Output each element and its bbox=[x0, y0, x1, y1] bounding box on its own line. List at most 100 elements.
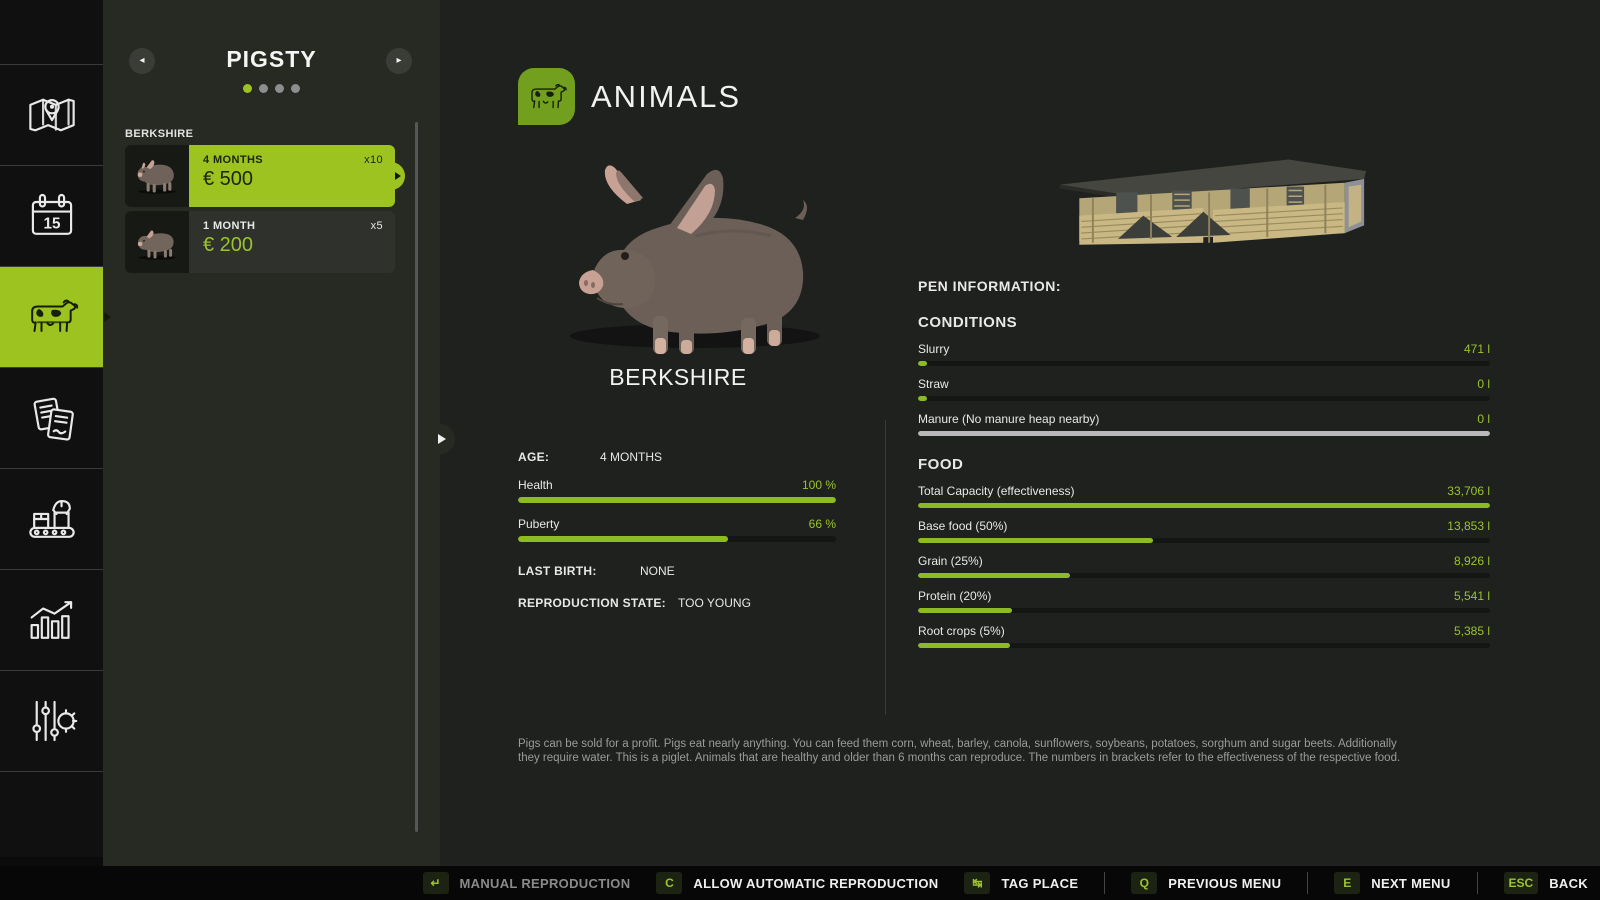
sidebar-item-statistics[interactable] bbox=[0, 569, 103, 670]
progress-track bbox=[918, 431, 1490, 436]
keybind-previous-menu[interactable]: Q PREVIOUS MENU bbox=[1104, 872, 1281, 894]
progress-fill bbox=[518, 497, 836, 503]
enter-key-icon: ↵ bbox=[423, 872, 449, 894]
cow-icon bbox=[525, 82, 569, 112]
page-title: ANIMALS bbox=[591, 79, 741, 115]
sidebar-item-settings[interactable] bbox=[0, 670, 103, 771]
sidebar-item-animals[interactable] bbox=[0, 266, 103, 367]
progress-fill bbox=[918, 608, 1012, 613]
progress-track bbox=[918, 573, 1490, 578]
animal-list-item[interactable]: 4 MONTHS x10 € 500 bbox=[125, 145, 395, 207]
calendar-icon: 15 bbox=[24, 188, 80, 244]
last-birth-label: LAST BIRTH: bbox=[518, 564, 597, 578]
page-dots bbox=[103, 84, 440, 93]
progress-fill bbox=[918, 573, 1070, 578]
condition-row: Straw 0 l bbox=[918, 377, 1490, 401]
c-key: C bbox=[656, 872, 682, 894]
animal-list-panel: ◂ PIGSTY ▸ BERKSHIRE bbox=[103, 0, 440, 866]
animal-3d-preview bbox=[545, 140, 875, 355]
progress-fill bbox=[918, 396, 927, 401]
animal-price: € 500 bbox=[203, 168, 383, 191]
sidebar-item-map[interactable] bbox=[0, 64, 103, 165]
selected-pointer-icon bbox=[104, 312, 111, 322]
food-value: 33,706 l bbox=[1447, 484, 1490, 498]
pen-3d-preview bbox=[1058, 150, 1368, 260]
condition-row: Slurry 471 l bbox=[918, 342, 1490, 366]
progress-track bbox=[918, 643, 1490, 648]
stat-value: 100 % bbox=[802, 478, 836, 492]
keybind-tag-place[interactable]: ↹ TAG PLACE bbox=[964, 872, 1078, 894]
reproduction-label: REPRODUCTION STATE: bbox=[518, 596, 666, 610]
progress-fill bbox=[918, 431, 1490, 436]
food-label: Protein (20%) bbox=[918, 589, 991, 603]
pig-thumb-icon bbox=[131, 222, 183, 262]
progress-track bbox=[918, 608, 1490, 613]
sidebar-item-calendar[interactable]: 15 bbox=[0, 165, 103, 266]
pen-info: PEN INFORMATION: CONDITIONS Slurry 471 l… bbox=[918, 150, 1490, 648]
animal-count: x10 bbox=[364, 154, 383, 166]
next-page-button[interactable]: ▸ bbox=[386, 48, 412, 74]
progress-track bbox=[918, 361, 1490, 366]
last-birth-value: NONE bbox=[640, 564, 675, 578]
condition-value: 0 l bbox=[1477, 412, 1490, 426]
progress-track bbox=[518, 497, 836, 503]
progress-fill bbox=[918, 643, 1010, 648]
conditions-title: CONDITIONS bbox=[918, 314, 1490, 331]
food-row: Root crops (5%) 5,385 l bbox=[918, 624, 1490, 648]
keybind-label: ALLOW AUTOMATIC REPRODUCTION bbox=[693, 876, 938, 891]
condition-label: Slurry bbox=[918, 342, 949, 356]
keybind-back[interactable]: ESC BACK bbox=[1477, 872, 1588, 894]
progress-track bbox=[918, 538, 1490, 543]
food-row: Total Capacity (effectiveness) 33,706 l bbox=[918, 484, 1490, 508]
food-value: 5,385 l bbox=[1454, 624, 1490, 638]
settings-icon bbox=[24, 693, 80, 749]
panel-scrollbar[interactable] bbox=[415, 122, 418, 832]
keybind-allow-automatic-reproduction[interactable]: C ALLOW AUTOMATIC REPRODUCTION bbox=[656, 872, 938, 894]
keybind-next-menu[interactable]: E NEXT MENU bbox=[1307, 872, 1450, 894]
food-row: Protein (20%) 5,541 l bbox=[918, 589, 1490, 613]
sidebar-top-sliver bbox=[0, 0, 103, 64]
column-divider bbox=[885, 420, 886, 715]
help-description: Pigs can be sold for a profit. Pigs eat … bbox=[518, 738, 1413, 765]
sidebar-item-contracts[interactable] bbox=[0, 367, 103, 468]
food-value: 5,541 l bbox=[1454, 589, 1490, 603]
e-key: E bbox=[1334, 872, 1360, 894]
calendar-day: 15 bbox=[43, 216, 60, 233]
animals-main-view: ANIMALS BERKSHIRE bbox=[440, 0, 1600, 866]
animal-count: x5 bbox=[371, 220, 383, 232]
reproduction-value: TOO YOUNG bbox=[678, 596, 751, 610]
page-dot[interactable] bbox=[291, 84, 300, 93]
animal-price: € 200 bbox=[203, 234, 383, 257]
progress-fill bbox=[918, 361, 927, 366]
barn-image bbox=[1058, 150, 1368, 260]
keybind-label: BACK bbox=[1549, 876, 1588, 891]
age-label: AGE: bbox=[518, 450, 549, 464]
animal-info: AGE: 4 MONTHS Health 100 % Puberty 66 % … bbox=[518, 450, 836, 616]
progress-fill bbox=[918, 503, 1490, 508]
cow-icon bbox=[24, 289, 80, 345]
esc-key: ESC bbox=[1504, 872, 1539, 894]
keybind-label: TAG PLACE bbox=[1001, 876, 1078, 891]
food-title: FOOD bbox=[918, 456, 1490, 473]
age-value: 4 MONTHS bbox=[600, 450, 662, 464]
food-row: Base food (50%) 13,853 l bbox=[918, 519, 1490, 543]
progress-track bbox=[918, 396, 1490, 401]
page-dot[interactable] bbox=[259, 84, 268, 93]
page-dot[interactable] bbox=[275, 84, 284, 93]
q-key: Q bbox=[1131, 872, 1157, 894]
contracts-icon bbox=[24, 390, 80, 446]
food-label: Base food (50%) bbox=[918, 519, 1007, 533]
progress-fill bbox=[918, 538, 1153, 543]
sidebar-item-production[interactable] bbox=[0, 468, 103, 569]
stat-label: Puberty bbox=[518, 517, 559, 531]
selected-pointer-icon bbox=[395, 172, 401, 180]
page-dot-active[interactable] bbox=[243, 84, 252, 93]
keybind-manual-reproduction[interactable]: ↵ MANUAL REPRODUCTION bbox=[423, 872, 631, 894]
food-label: Root crops (5%) bbox=[918, 624, 1005, 638]
stat-value: 66 % bbox=[809, 517, 836, 531]
main-nav-sidebar: 15 bbox=[0, 0, 103, 866]
food-label: Grain (25%) bbox=[918, 554, 983, 568]
food-label: Total Capacity (effectiveness) bbox=[918, 484, 1075, 498]
condition-value: 471 l bbox=[1464, 342, 1490, 356]
animal-list-item[interactable]: 1 MONTH x5 € 200 bbox=[125, 211, 395, 273]
